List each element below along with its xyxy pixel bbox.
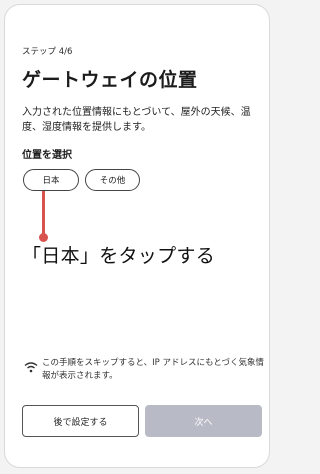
step-indicator: ステップ 4/6 — [22, 47, 73, 57]
option-other-chip[interactable]: その他 — [85, 169, 140, 191]
annotation-pointer-line — [42, 191, 45, 237]
location-section-label: 位置を選択 — [22, 150, 72, 161]
screen: ステップ 4/6 ゲートウェイの位置 入力された位置情報にもとづいて、屋外の天候… — [4, 4, 270, 468]
wifi-icon — [24, 362, 38, 373]
set-later-button[interactable]: 後で設定する — [22, 405, 139, 437]
page-title: ゲートウェイの位置 — [22, 69, 198, 91]
option-japan-chip[interactable]: 日本 — [23, 169, 79, 191]
page-description: 入力された位置情報にもとづいて、屋外の天候、温度、湿度情報を提供します。 — [22, 107, 251, 133]
annotation-instruction: 「日本」をタップする — [22, 245, 216, 267]
skip-notice: この手順をスキップすると、IP アドレスにもとづく気象情報が表示されます。 — [42, 358, 264, 381]
next-button[interactable]: 次へ — [145, 405, 262, 437]
